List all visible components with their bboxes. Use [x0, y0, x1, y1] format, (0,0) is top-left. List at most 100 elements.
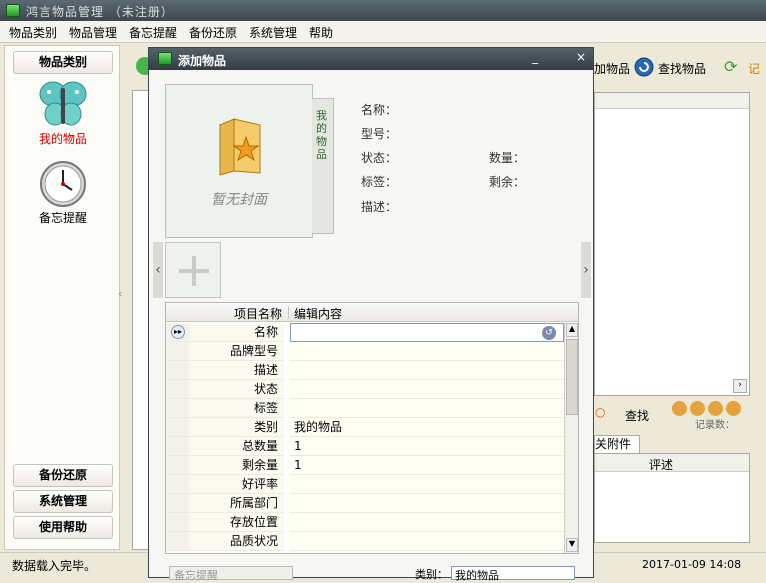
grid-row-name: 品质状况 — [190, 532, 284, 551]
item-list-header — [595, 93, 749, 109]
dialog-title: 添加物品 — [178, 54, 227, 68]
menu-item-system[interactable]: 系统管理 — [249, 24, 297, 41]
review-column-header: 评述 — [649, 458, 674, 472]
scroll-thumb[interactable] — [566, 339, 578, 415]
scroll-up-icon[interactable]: ▲ — [566, 323, 578, 337]
record-button-partial[interactable]: 记 — [748, 60, 760, 77]
folder-star-icon — [219, 118, 261, 176]
prev-page-icon[interactable] — [690, 401, 705, 416]
app-logo-icon — [6, 4, 20, 17]
add-image-button[interactable] — [165, 242, 221, 298]
records-count-label: 记录数： — [695, 420, 735, 431]
grid-row-name: 总数量 — [190, 437, 284, 456]
name-input[interactable] — [290, 323, 564, 342]
dialog-logo-icon — [158, 52, 172, 65]
grid-row-name: 描述 — [190, 361, 284, 380]
cover-image-area[interactable]: 暂无封面 — [165, 84, 313, 238]
grid-row[interactable]: 存放位置 — [166, 513, 564, 532]
search-icon: ○ — [595, 405, 606, 419]
main-title-bar: 鸿言物品管理 （未注册） — [0, 0, 766, 21]
grid-row[interactable]: 描述 — [166, 361, 564, 380]
add-item-dialog: 添加物品 _ × 暂无封面 我的物品 名称： 型号： 状态： 标签： 描述： 数… — [148, 47, 594, 582]
menu-item-backup[interactable]: 备份还原 — [189, 24, 237, 41]
add-item-button-label[interactable]: 加物品 — [594, 60, 630, 77]
grid-row[interactable]: 所属部门 — [166, 494, 564, 513]
menu-item-help[interactable]: 帮助 — [309, 24, 333, 41]
menu-item-categories[interactable]: 物品类别 — [9, 24, 57, 41]
grid-header: 项目名称 编辑内容 — [166, 303, 578, 322]
attachments-list[interactable]: 评述 — [594, 453, 750, 543]
grid-row[interactable]: 剩余量 1 — [166, 456, 564, 475]
cover-tab[interactable]: 我的物品 — [312, 98, 334, 234]
reminder-select-value: 备忘提醒 — [174, 569, 218, 582]
menu-bar: 物品类别 物品管理 备忘提醒 备份还原 系统管理 帮助 — [0, 21, 766, 43]
grid-row-value[interactable] — [290, 532, 564, 551]
grid-row-value[interactable]: 1 — [290, 456, 564, 475]
grid-row-value[interactable] — [290, 361, 564, 380]
grid-row[interactable]: ▸▸ 名称 ↺ — [166, 323, 564, 342]
nav-my-items-label[interactable]: 我的物品 — [5, 130, 121, 147]
refresh-icon[interactable]: ⟳ — [724, 57, 737, 76]
find-item-icon[interactable] — [634, 57, 654, 77]
last-page-icon[interactable] — [726, 401, 741, 416]
category-select-label: 类别： — [415, 568, 448, 581]
tab-attachments[interactable]: 关附件 — [594, 435, 640, 453]
menu-item-items[interactable]: 物品管理 — [69, 24, 117, 41]
grid-row-value[interactable] — [290, 475, 564, 494]
nav-reminders-label[interactable]: 备忘提醒 — [5, 209, 121, 226]
user-help-button[interactable]: 使用帮助 — [13, 516, 113, 539]
grid-row-value[interactable] — [290, 513, 564, 532]
grid-row-value[interactable]: 1 — [290, 437, 564, 456]
info-remaining-label: 剩余： — [489, 175, 526, 189]
info-tag-label: 标签： — [361, 175, 398, 189]
info-model-label: 型号： — [361, 127, 398, 141]
row-expand-icon[interactable]: ▸▸ — [171, 325, 185, 339]
grid-row[interactable]: 总数量 1 — [166, 437, 564, 456]
grid-row-value[interactable] — [290, 380, 564, 399]
grid-row-value[interactable]: 我的物品 — [290, 418, 564, 437]
grid-row[interactable]: 品牌型号 — [166, 342, 564, 361]
prev-image-icon[interactable]: ‹ — [153, 242, 163, 298]
grid-row-value[interactable] — [290, 399, 564, 418]
tab-attachments-label[interactable]: 关附件 — [595, 437, 631, 451]
first-page-icon[interactable] — [672, 401, 687, 416]
butterfly-icon — [39, 81, 87, 126]
window-title: 鸿言物品管理 （未注册） — [26, 5, 174, 19]
grid-scrollbar[interactable]: ▲ ▼ — [564, 323, 578, 553]
grid-row-value[interactable] — [290, 494, 564, 513]
grid-row[interactable]: 好评率 — [166, 475, 564, 494]
nav-my-items[interactable] — [35, 80, 91, 130]
reset-field-icon[interactable]: ↺ — [542, 326, 556, 340]
category-button[interactable]: 物品类别 — [13, 51, 113, 74]
next-image-icon[interactable]: › — [581, 242, 591, 298]
item-list[interactable]: › — [594, 92, 750, 396]
grid-row[interactable]: 状态 — [166, 380, 564, 399]
next-page-icon[interactable] — [708, 401, 723, 416]
grid-row-value[interactable] — [290, 342, 564, 361]
scroll-down-icon[interactable]: ▼ — [566, 538, 578, 552]
nav-reminders[interactable] — [39, 160, 87, 208]
scroll-right-icon[interactable]: › — [733, 379, 747, 393]
grid-row-name: 好评率 — [190, 475, 284, 494]
left-nav-panel: 物品类别 我的物品 备忘提醒 备份还原 系统管理 使用帮助 — [4, 45, 120, 550]
close-icon[interactable]: × — [573, 51, 589, 66]
grid-row-name: 标签 — [190, 399, 284, 418]
grid-header-name: 项目名称 — [234, 307, 283, 321]
find-item-button[interactable]: 查找物品 — [658, 60, 706, 77]
grid-row-name: 剩余量 — [190, 456, 284, 475]
grid-row[interactable]: 类别 我的物品 — [166, 418, 564, 437]
grid-header-divider — [288, 306, 289, 319]
menu-item-reminders[interactable]: 备忘提醒 — [129, 24, 177, 41]
grid-row[interactable]: 品质状况 — [166, 532, 564, 551]
grid-row-name: 存放位置 — [190, 513, 284, 532]
backup-restore-button[interactable]: 备份还原 — [13, 464, 113, 487]
category-select-value: 我的物品 — [455, 569, 499, 582]
dialog-bottom-bar: 备忘提醒 类别： 我的物品 — [165, 564, 579, 582]
system-manage-button[interactable]: 系统管理 — [13, 490, 113, 513]
plus-icon-v — [192, 256, 196, 286]
property-grid: 项目名称 编辑内容 ▸▸ 名称 ↺ 品牌型号 描述 状态 标签 类别 我的物品 总数量… — [165, 302, 579, 554]
minimize-icon[interactable]: _ — [527, 51, 543, 66]
grid-row[interactable]: 标签 — [166, 399, 564, 418]
search-button[interactable]: 查找 — [625, 407, 649, 424]
status-timestamp: 2017-01-09 14:08 — [642, 558, 742, 571]
